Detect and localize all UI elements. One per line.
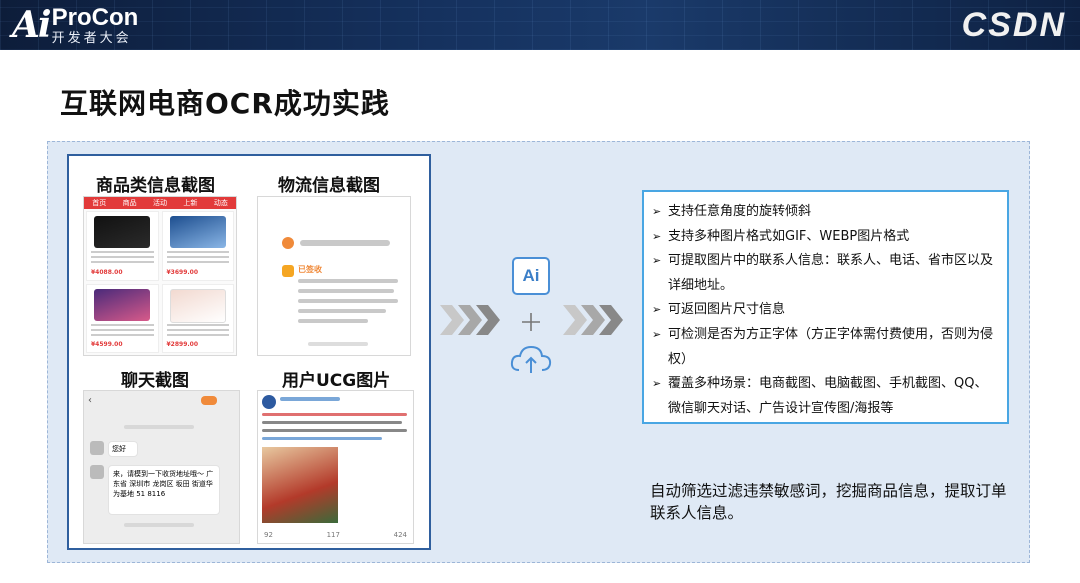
phone-image bbox=[169, 216, 226, 249]
product-price: ¥4088.00 bbox=[91, 268, 123, 276]
page-title: 互联网电商OCR成功实践 bbox=[60, 87, 390, 120]
avatar bbox=[262, 395, 276, 409]
product-price: ¥3699.00 bbox=[166, 268, 199, 276]
feature-text: 支持任意角度的旋转倾斜 bbox=[668, 204, 812, 219]
feature-text: 可检测是否为方正字体（方正字体需付费使用，否则为侵权） bbox=[668, 326, 994, 367]
chevron-arrows-icon bbox=[563, 305, 623, 335]
blurred-text bbox=[298, 289, 394, 293]
chat-greeting: 您好 bbox=[112, 445, 126, 453]
text-lines bbox=[91, 251, 154, 264]
feature-item: ➢ 支持多种图片格式如GIF、WEBP图片格式 bbox=[652, 225, 999, 250]
check-icon bbox=[282, 265, 294, 277]
blurred-text bbox=[308, 342, 368, 346]
blurred-text bbox=[262, 413, 407, 416]
phone-image bbox=[94, 216, 151, 249]
timestamp bbox=[124, 523, 194, 527]
product-grid: ¥4088.00 ¥3699.00 ¥4599.00 ¥2899.00 bbox=[86, 211, 234, 353]
logo-text: ProCon 开发者大会 bbox=[51, 3, 139, 46]
product-price: ¥2899.00 bbox=[166, 341, 199, 348]
arrow-bullet-icon: ➢ bbox=[652, 303, 662, 317]
product-item: ¥4088.00 bbox=[86, 211, 159, 281]
ugc-footer: 92 117 424 bbox=[264, 531, 407, 539]
header-band: Ai ProCon 开发者大会 CSDN bbox=[0, 0, 1080, 50]
product-item: ¥2899.00 bbox=[161, 283, 234, 353]
product-tab-bar: 首页 商品 活动 上新 动态 bbox=[84, 197, 236, 209]
arrow-bullet-icon: ➢ bbox=[652, 205, 662, 218]
text-lines bbox=[166, 251, 229, 264]
product-item: ¥3699.00 bbox=[161, 211, 234, 281]
timestamp bbox=[124, 425, 194, 429]
logistics-screenshot-thumb: 已签收 bbox=[257, 196, 411, 356]
chevron-arrows-icon bbox=[440, 305, 500, 335]
feature-text: 覆盖多种场景：电商截图、电脑截图、手机截图、QQ、微信聊天对话、广告设计宣传图/… bbox=[668, 376, 988, 416]
feature-item: ➢ 可返回图片尺寸信息 bbox=[652, 298, 999, 323]
feature-item: ➢ 可检测是否为方正字体（方正字体需付费使用，否则为侵权） bbox=[652, 323, 999, 372]
avatar bbox=[90, 465, 104, 479]
back-arrow-icon: ‹ bbox=[88, 395, 92, 406]
feature-text: 支持多种图片格式如GIF、WEBP图片格式 bbox=[668, 228, 910, 244]
blurred-text bbox=[280, 397, 340, 401]
ugc-screenshot-title: 用户UCG图片 bbox=[282, 371, 391, 391]
blurred-text bbox=[298, 299, 398, 303]
chat-message: 来，请模到一下收货地址哦～ 广东省 深圳市 龙岗区 坂田 街道华为基地 51 8… bbox=[113, 470, 214, 498]
csdn-logo: CSDN bbox=[961, 6, 1066, 44]
arrow-bullet-icon: ➢ bbox=[652, 377, 662, 391]
feature-item: ➢ 覆盖多种场景：电商截图、电脑截图、手机截图、QQ、微信聊天对话、广告设计宣传图… bbox=[652, 372, 999, 421]
text-lines bbox=[91, 323, 154, 336]
model-photo bbox=[169, 288, 226, 323]
screenshot-gallery: 商品类信息截图 首页 商品 活动 上新 动态 ¥4088.00 ¥3699.00 bbox=[67, 154, 431, 550]
logistics-screenshot-title: 物流信息截图 bbox=[278, 176, 380, 196]
plus-icon bbox=[522, 313, 540, 331]
blurred-text bbox=[262, 429, 407, 432]
ugc-photo bbox=[262, 447, 338, 523]
arrow-bullet-icon: ➢ bbox=[652, 327, 662, 341]
chat-bubble: 您好 bbox=[108, 441, 138, 457]
feature-item: ➢ 可提取图片中的联系人信息：联系人、电话、省市区以及详细地址。 bbox=[652, 249, 999, 298]
blurred-text bbox=[298, 309, 386, 313]
product-tab: 首页 bbox=[92, 199, 107, 207]
feature-item: ➢ 支持任意角度的旋转倾斜 bbox=[652, 200, 999, 225]
chat-screenshot-thumb: ‹ 您好 来，请模到一下收货地址哦～ 广东省 深圳市 龙岗区 坂田 街道华为基地… bbox=[83, 390, 240, 544]
feature-list: ➢ 支持任意角度的旋转倾斜 ➢ 支持多种图片格式如GIF、WEBP图片格式 ➢ 可提取… bbox=[652, 200, 999, 421]
circuit-pattern bbox=[0, 0, 1080, 50]
product-tab: 动态 bbox=[213, 199, 228, 207]
logistics-status: 已签收 bbox=[298, 265, 322, 274]
blurred-text bbox=[262, 421, 402, 424]
feature-list-box: ➢ 支持任意角度的旋转倾斜 ➢ 支持多种图片格式如GIF、WEBP图片格式 ➢ 可提取… bbox=[642, 190, 1009, 424]
product-item: ¥4599.00 bbox=[86, 283, 159, 353]
blurred-text bbox=[300, 240, 390, 246]
chat-screenshot-title: 聊天截图 bbox=[121, 371, 189, 391]
product-screenshot-thumb: 首页 商品 活动 上新 动态 ¥4088.00 ¥3699.00 ¥4599.0… bbox=[83, 196, 237, 356]
logo-brand: ProCon bbox=[51, 3, 139, 31]
arrow-bullet-icon: ➢ bbox=[652, 229, 662, 243]
blurred-text bbox=[298, 279, 398, 283]
avatar bbox=[282, 237, 294, 249]
arrow-bullet-icon: ➢ bbox=[652, 254, 662, 268]
product-tab: 活动 bbox=[153, 199, 168, 207]
comment-count: 117 bbox=[326, 531, 340, 539]
blurred-text bbox=[262, 437, 382, 440]
ugc-screenshot-thumb: 92 117 424 bbox=[257, 390, 414, 544]
product-screenshot-title: 商品类信息截图 bbox=[96, 176, 215, 196]
like-count: 92 bbox=[264, 531, 273, 539]
summary-text: 自动筛选过滤违禁敏感词，挖掘商品信息，提取订单联系人信息。 bbox=[650, 482, 1007, 522]
feature-text: 可返回图片尺寸信息 bbox=[668, 302, 786, 318]
procon-logo: Ai ProCon 开发者大会 bbox=[12, 2, 138, 48]
badge bbox=[201, 396, 217, 405]
ai-logo-mark: Ai bbox=[12, 4, 52, 46]
phone-image bbox=[94, 288, 151, 321]
ai-icon: Ai bbox=[512, 257, 550, 295]
avatar bbox=[90, 441, 104, 455]
chat-bubble: 来，请模到一下收货地址哦～ 广东省 深圳市 龙岗区 坂田 街道华为基地 51 8… bbox=[108, 465, 220, 515]
logo-subtitle: 开发者大会 bbox=[51, 30, 132, 46]
blurred-text bbox=[298, 319, 368, 323]
share-count: 424 bbox=[393, 531, 407, 539]
cloud-upload-icon bbox=[510, 345, 552, 373]
feature-text: 可提取图片中的联系人信息：联系人、电话、省市区以及详细地址。 bbox=[668, 253, 994, 293]
product-tab: 上新 bbox=[183, 199, 198, 207]
product-tab: 商品 bbox=[122, 199, 137, 207]
text-lines bbox=[166, 323, 229, 336]
product-price: ¥4599.00 bbox=[91, 341, 123, 348]
